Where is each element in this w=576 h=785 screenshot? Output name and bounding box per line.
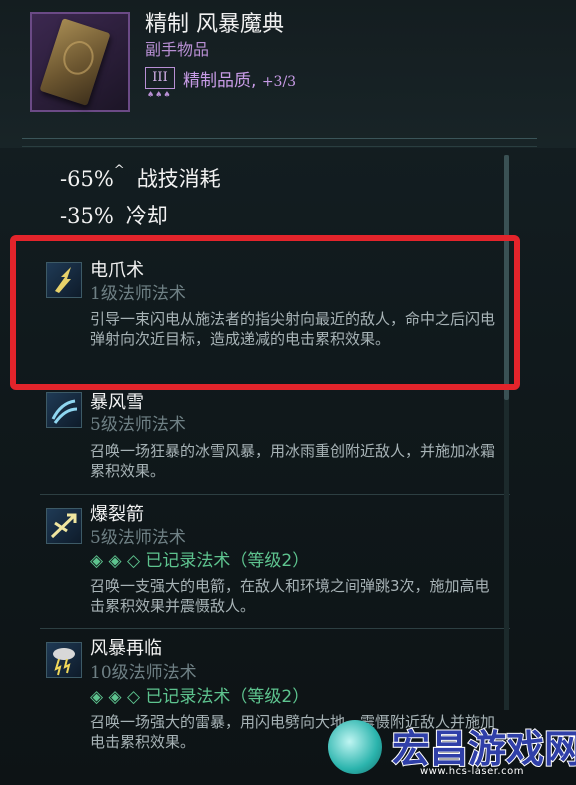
skill-description: 召唤一场狂暴的冰雪风暴，用冰雨重创附近敌人，并施加冰霜累积效果。 <box>90 442 496 480</box>
skill-level: 10级法师法术 <box>90 663 197 683</box>
item-type: 副手物品 <box>145 40 210 59</box>
quality-line: 精制品质, +3/3 <box>183 66 296 91</box>
highlight-box <box>10 235 520 390</box>
watermark-text: 宏昌游戏网 <box>391 726 576 772</box>
lightning-arrow-icon <box>46 508 82 544</box>
skill-level: 5级法师法术 <box>90 528 186 548</box>
recorded-spell-status: ◈ ◈ ◇ 已记录法术（等级2） <box>90 551 310 571</box>
thunderstorm-icon <box>46 642 82 678</box>
watermark: 宏昌游戏网 www.hcs-laser.com <box>316 712 576 785</box>
watermark-logo-icon <box>328 720 382 774</box>
stat-value: -35% <box>60 204 114 228</box>
skill-divider <box>40 494 510 495</box>
blizzard-icon <box>46 392 82 428</box>
item-header: 精制 风暴魔典 副手物品 III ♠♠♠ 精制品质, +3/3 <box>0 0 576 148</box>
stat-label: 战技消耗 <box>136 167 221 191</box>
item-icon-frame <box>30 12 130 112</box>
watermark-url: www.hcs-laser.com <box>420 766 524 777</box>
item-tooltip: 精制 风暴魔典 副手物品 III ♠♠♠ 精制品质, +3/3 -65%^ 战技消… <box>0 0 576 785</box>
stat-value: -65%^ <box>60 163 125 191</box>
tier-badge: III <box>145 67 175 89</box>
header-divider <box>22 138 537 139</box>
recorded-spell-status: ◈ ◈ ◇ 已记录法术（等级2） <box>90 687 310 707</box>
skill-description: 召唤一支强大的电箭，在敌人和环境之间弹跳3次，施加高电击累积效果并震慑敌人。 <box>90 577 490 615</box>
skill-divider <box>40 628 510 629</box>
stat-line: -35% 冷却 <box>60 200 168 230</box>
skill-name: 风暴再临 <box>90 638 162 659</box>
grimoire-book-icon <box>39 18 111 106</box>
quality-label: 精制品质, <box>183 71 262 91</box>
stat-label: 冷却 <box>125 204 168 228</box>
stat-line: -65%^ 战技消耗 <box>60 163 221 193</box>
header-divider-secondary <box>22 146 537 147</box>
item-title: 精制 风暴魔典 <box>145 12 284 37</box>
skill-level: 5级法师法术 <box>90 415 186 435</box>
quality-value: +3/3 <box>261 74 297 90</box>
tier-pips-icon: ♠♠♠ <box>147 90 172 99</box>
